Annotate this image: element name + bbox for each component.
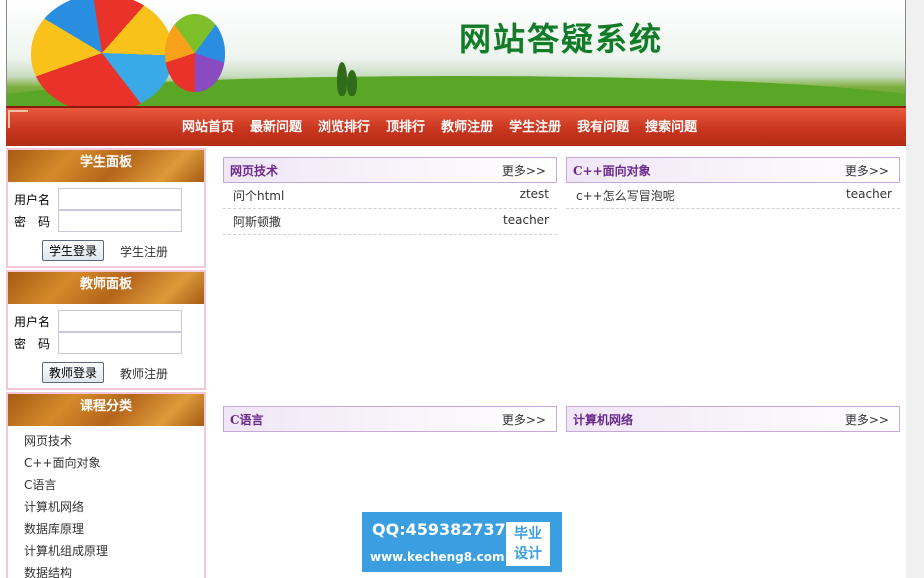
question-author: teacher <box>846 187 892 201</box>
watermark-url: www.kecheng8.com <box>370 550 505 564</box>
category-list: 网页技术 C++面向对象 C语言 计算机网络 数据库原理 计算机组成原理 数据结… <box>24 430 108 578</box>
question-title[interactable]: 问个html <box>233 187 284 204</box>
box-header: 计算机网络 更多>> <box>566 406 900 432</box>
nav-item-top-rank[interactable]: 顶排行 <box>386 116 425 135</box>
topic-box-c: C语言 更多>> <box>223 406 557 432</box>
box-title: 网页技术 <box>230 164 279 178</box>
student-password-input[interactable] <box>58 210 182 232</box>
nav-corner-ornament <box>8 110 28 128</box>
nav-item-student-register[interactable]: 学生注册 <box>509 116 561 135</box>
banner-tree <box>347 70 357 96</box>
site-title: 网站答疑系统 <box>459 20 664 58</box>
category-panel: 课程分类 网页技术 C++面向对象 C语言 计算机网络 数据库原理 计算机组成原… <box>6 392 206 578</box>
watermark-qq: QQ:459382737 <box>372 520 506 539</box>
nav-item-browse-rank[interactable]: 浏览排行 <box>318 116 370 135</box>
student-username-row: 用户名 <box>14 188 182 210</box>
watermark-badge-line: 设计 <box>514 546 542 562</box>
nav-item-home[interactable]: 网站首页 <box>182 116 234 135</box>
nav-item-latest[interactable]: 最新问题 <box>250 116 302 135</box>
teacher-login-button[interactable]: 教师登录 <box>42 362 105 383</box>
nav-item-teacher-register[interactable]: 教师注册 <box>441 116 493 135</box>
box-title: C++面向对象 <box>573 164 651 178</box>
username-label: 用户名 <box>14 314 51 329</box>
question-author: teacher <box>503 213 549 227</box>
box-title: C语言 <box>230 413 264 427</box>
question-title[interactable]: 阿斯顿撒 <box>233 213 281 230</box>
more-link[interactable]: 更多>> <box>502 411 546 428</box>
hot-air-balloon-image <box>31 0 173 106</box>
teacher-panel: 教师面板 用户名 密 码 教师登录 教师注册 <box>6 270 206 390</box>
box-header: C语言 更多>> <box>223 406 557 432</box>
teacher-password-input[interactable] <box>58 332 182 354</box>
student-register-link[interactable]: 学生注册 <box>120 243 168 260</box>
teacher-password-row: 密 码 <box>14 332 182 354</box>
more-link[interactable]: 更多>> <box>845 411 889 428</box>
main-nav: 网站首页 最新问题 浏览排行 顶排行 教师注册 学生注册 我有问题 搜索问题 <box>6 106 906 146</box>
page-right-margin <box>906 0 924 578</box>
category-item[interactable]: C++面向对象 <box>24 452 108 474</box>
student-username-input[interactable] <box>58 188 182 210</box>
box-title: 计算机网络 <box>573 413 634 427</box>
box-header: C++面向对象 更多>> <box>566 157 900 183</box>
category-item[interactable]: 网页技术 <box>24 430 108 452</box>
student-login-button[interactable]: 学生登录 <box>42 240 105 261</box>
username-label: 用户名 <box>14 192 51 207</box>
question-row[interactable]: c++怎么写冒泡呢 teacher <box>566 183 900 209</box>
more-link[interactable]: 更多>> <box>502 162 546 179</box>
site-banner: 网站答疑系统 <box>6 0 906 106</box>
category-item[interactable]: 计算机网络 <box>24 496 108 518</box>
category-item[interactable]: C语言 <box>24 474 108 496</box>
watermark-overlay: QQ:459382737 www.kecheng8.com 毕业 设计 <box>362 512 562 572</box>
banner-tree <box>337 62 347 96</box>
panel-title: 教师面板 <box>8 272 204 304</box>
watermark-badge: 毕业 设计 <box>506 522 550 566</box>
more-link[interactable]: 更多>> <box>845 162 889 179</box>
question-row[interactable]: 问个html ztest <box>223 183 557 209</box>
category-item[interactable]: 数据库原理 <box>24 518 108 540</box>
panel-title: 学生面板 <box>8 150 204 182</box>
password-label: 密 码 <box>14 336 51 351</box>
student-panel: 学生面板 用户名 密 码 学生登录 学生注册 <box>6 148 206 268</box>
box-header: 网页技术 更多>> <box>223 157 557 183</box>
category-item[interactable]: 计算机组成原理 <box>24 540 108 562</box>
topic-box-web: 网页技术 更多>> 问个html ztest 阿斯顿撒 teacher <box>223 157 557 235</box>
panel-title: 课程分类 <box>8 394 204 426</box>
teacher-username-input[interactable] <box>58 310 182 332</box>
teacher-register-link[interactable]: 教师注册 <box>120 365 168 382</box>
student-password-row: 密 码 <box>14 210 182 232</box>
question-author: ztest <box>519 187 549 201</box>
category-item[interactable]: 数据结构 <box>24 562 108 578</box>
watermark-badge-line: 毕业 <box>514 526 542 542</box>
nav-item-search[interactable]: 搜索问题 <box>645 116 697 135</box>
nav-item-my-question[interactable]: 我有问题 <box>577 116 629 135</box>
password-label: 密 码 <box>14 214 51 229</box>
question-row[interactable]: 阿斯顿撒 teacher <box>223 209 557 235</box>
question-title[interactable]: c++怎么写冒泡呢 <box>576 187 675 204</box>
teacher-username-row: 用户名 <box>14 310 182 332</box>
hot-air-balloon-image <box>165 14 225 92</box>
topic-box-cpp: C++面向对象 更多>> c++怎么写冒泡呢 teacher <box>566 157 900 209</box>
topic-box-network: 计算机网络 更多>> <box>566 406 900 432</box>
